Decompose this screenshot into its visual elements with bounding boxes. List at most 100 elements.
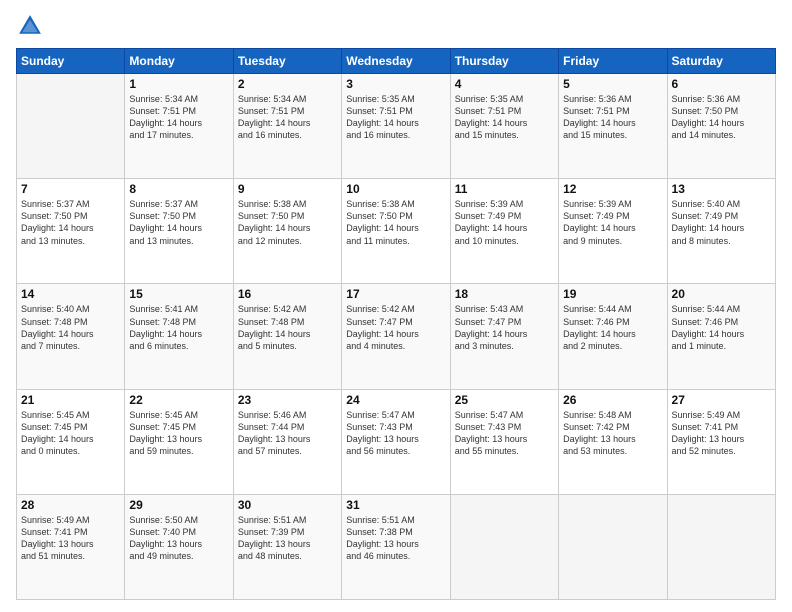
weekday-header-sunday: Sunday: [17, 49, 125, 74]
day-info: Sunrise: 5:45 AM Sunset: 7:45 PM Dayligh…: [129, 409, 228, 458]
calendar-cell: 17 Sunrise: 5:42 AM Sunset: 7:47 PM Dayli…: [342, 284, 450, 389]
calendar-cell: [559, 494, 667, 599]
calendar-cell: 25 Sunrise: 5:47 AM Sunset: 7:43 PM Dayli…: [450, 389, 558, 494]
calendar-cell: 21Sunrise: 5:45 AM Sunset: 7:45 PM Dayli…: [17, 389, 125, 494]
day-info: Sunrise: 5:36 AM Sunset: 7:51 PM Dayligh…: [563, 93, 662, 142]
day-number: 3: [346, 77, 445, 91]
calendar-cell: 7Sunrise: 5:37 AM Sunset: 7:50 PM Daylig…: [17, 179, 125, 284]
day-info: Sunrise: 5:50 AM Sunset: 7:40 PM Dayligh…: [129, 514, 228, 563]
day-number: 17: [346, 287, 445, 301]
day-number: 20: [672, 287, 771, 301]
calendar-cell: 22 Sunrise: 5:45 AM Sunset: 7:45 PM Dayli…: [125, 389, 233, 494]
day-number: 11: [455, 182, 554, 196]
header: [16, 12, 776, 40]
logo-icon: [16, 12, 44, 40]
calendar-cell: 3 Sunrise: 5:35 AM Sunset: 7:51 PM Daylig…: [342, 74, 450, 179]
day-info: Sunrise: 5:49 AM Sunset: 7:41 PM Dayligh…: [21, 514, 120, 563]
day-info: Sunrise: 5:49 AM Sunset: 7:41 PM Dayligh…: [672, 409, 771, 458]
day-info: Sunrise: 5:48 AM Sunset: 7:42 PM Dayligh…: [563, 409, 662, 458]
day-number: 21: [21, 393, 120, 407]
calendar-cell: 13 Sunrise: 5:40 AM Sunset: 7:49 PM Dayli…: [667, 179, 775, 284]
calendar-cell: 6Sunrise: 5:36 AM Sunset: 7:50 PM Daylig…: [667, 74, 775, 179]
week-row-4: 21 Sunrise: 5:45 AM Sunset: 7:45 PM Dayli…: [17, 389, 776, 494]
weekday-header-wednesday: Wednesday: [342, 49, 450, 74]
day-number: 14: [21, 287, 120, 301]
day-info: Sunrise: 5:46 AM Sunset: 7:44 PM Dayligh…: [238, 409, 337, 458]
calendar-cell: 8 Sunrise: 5:37 AM Sunset: 7:50 PM Daylig…: [125, 179, 233, 284]
week-row-5: 28 Sunrise: 5:49 AM Sunset: 7:41 PM Dayli…: [17, 494, 776, 599]
calendar-cell: 11 Sunrise: 5:39 AM Sunset: 7:49 PM Dayli…: [450, 179, 558, 284]
day-info: Sunrise: 5:40 AM Sunset: 7:48 PM Dayligh…: [21, 303, 120, 352]
day-info: Sunrise: 5:38 AM Sunset: 7:50 PM Dayligh…: [346, 198, 445, 247]
day-number: 22: [129, 393, 228, 407]
calendar-cell: 31 Sunrise: 5:51 AM Sunset: 7:38 PM Dayli…: [342, 494, 450, 599]
day-info: Sunrise: 5:39 AM Sunset: 7:49 PM Dayligh…: [563, 198, 662, 247]
day-info: Sunrise: 5:37 AM Sunset: 7:50 PM Dayligh…: [129, 198, 228, 247]
calendar-cell: 23Sunrise: 5:46 AM Sunset: 7:44 PM Dayli…: [233, 389, 341, 494]
week-row-3: 14 Sunrise: 5:40 AM Sunset: 7:48 PM Dayli…: [17, 284, 776, 389]
day-number: 1: [129, 77, 228, 91]
calendar-cell: 18 Sunrise: 5:43 AM Sunset: 7:47 PM Dayli…: [450, 284, 558, 389]
weekday-header-row: SundayMondayTuesdayWednesdayThursdayFrid…: [17, 49, 776, 74]
day-info: Sunrise: 5:40 AM Sunset: 7:49 PM Dayligh…: [672, 198, 771, 247]
day-number: 19: [563, 287, 662, 301]
day-number: 29: [129, 498, 228, 512]
day-number: 24: [346, 393, 445, 407]
day-number: 26: [563, 393, 662, 407]
calendar-cell: 28 Sunrise: 5:49 AM Sunset: 7:41 PM Dayli…: [17, 494, 125, 599]
day-info: Sunrise: 5:39 AM Sunset: 7:49 PM Dayligh…: [455, 198, 554, 247]
calendar-cell: 5Sunrise: 5:36 AM Sunset: 7:51 PM Daylig…: [559, 74, 667, 179]
day-number: 16: [238, 287, 337, 301]
day-number: 4: [455, 77, 554, 91]
weekday-header-monday: Monday: [125, 49, 233, 74]
day-number: 25: [455, 393, 554, 407]
day-number: 10: [346, 182, 445, 196]
calendar-cell: 24 Sunrise: 5:47 AM Sunset: 7:43 PM Dayli…: [342, 389, 450, 494]
day-info: Sunrise: 5:43 AM Sunset: 7:47 PM Dayligh…: [455, 303, 554, 352]
weekday-header-thursday: Thursday: [450, 49, 558, 74]
calendar-cell: 27Sunrise: 5:49 AM Sunset: 7:41 PM Dayli…: [667, 389, 775, 494]
calendar-cell: [667, 494, 775, 599]
calendar-cell: 14 Sunrise: 5:40 AM Sunset: 7:48 PM Dayli…: [17, 284, 125, 389]
calendar-cell: 15 Sunrise: 5:41 AM Sunset: 7:48 PM Dayli…: [125, 284, 233, 389]
day-info: Sunrise: 5:35 AM Sunset: 7:51 PM Dayligh…: [346, 93, 445, 142]
day-info: Sunrise: 5:41 AM Sunset: 7:48 PM Dayligh…: [129, 303, 228, 352]
day-info: Sunrise: 5:42 AM Sunset: 7:48 PM Dayligh…: [238, 303, 337, 352]
day-number: 2: [238, 77, 337, 91]
calendar-cell: 4Sunrise: 5:35 AM Sunset: 7:51 PM Daylig…: [450, 74, 558, 179]
day-number: 31: [346, 498, 445, 512]
calendar-cell: 20 Sunrise: 5:44 AM Sunset: 7:46 PM Dayli…: [667, 284, 775, 389]
day-info: Sunrise: 5:34 AM Sunset: 7:51 PM Dayligh…: [238, 93, 337, 142]
day-number: 18: [455, 287, 554, 301]
day-info: Sunrise: 5:38 AM Sunset: 7:50 PM Dayligh…: [238, 198, 337, 247]
week-row-2: 7 Sunrise: 5:37 AM Sunset: 7:50 PM Daylig…: [17, 179, 776, 284]
day-info: Sunrise: 5:44 AM Sunset: 7:46 PM Dayligh…: [563, 303, 662, 352]
week-row-1: 1 Sunrise: 5:34 AM Sunset: 7:51 PM Daylig…: [17, 74, 776, 179]
calendar-cell: 29 Sunrise: 5:50 AM Sunset: 7:40 PM Dayli…: [125, 494, 233, 599]
page: SundayMondayTuesdayWednesdayThursdayFrid…: [0, 0, 792, 612]
day-info: Sunrise: 5:47 AM Sunset: 7:43 PM Dayligh…: [455, 409, 554, 458]
calendar-cell: 16 Sunrise: 5:42 AM Sunset: 7:48 PM Dayli…: [233, 284, 341, 389]
day-info: Sunrise: 5:34 AM Sunset: 7:51 PM Dayligh…: [129, 93, 228, 142]
calendar-cell: 26 Sunrise: 5:48 AM Sunset: 7:42 PM Dayli…: [559, 389, 667, 494]
logo: [16, 12, 46, 40]
day-number: 13: [672, 182, 771, 196]
calendar-cell: 1 Sunrise: 5:34 AM Sunset: 7:51 PM Daylig…: [125, 74, 233, 179]
day-info: Sunrise: 5:44 AM Sunset: 7:46 PM Dayligh…: [672, 303, 771, 352]
day-number: 8: [129, 182, 228, 196]
weekday-header-friday: Friday: [559, 49, 667, 74]
calendar-cell: 2 Sunrise: 5:34 AM Sunset: 7:51 PM Daylig…: [233, 74, 341, 179]
day-info: Sunrise: 5:51 AM Sunset: 7:38 PM Dayligh…: [346, 514, 445, 563]
day-number: 15: [129, 287, 228, 301]
calendar-cell: [450, 494, 558, 599]
day-info: Sunrise: 5:47 AM Sunset: 7:43 PM Dayligh…: [346, 409, 445, 458]
day-number: 7: [21, 182, 120, 196]
day-number: 30: [238, 498, 337, 512]
calendar-table: SundayMondayTuesdayWednesdayThursdayFrid…: [16, 48, 776, 600]
day-info: Sunrise: 5:42 AM Sunset: 7:47 PM Dayligh…: [346, 303, 445, 352]
day-info: Sunrise: 5:51 AM Sunset: 7:39 PM Dayligh…: [238, 514, 337, 563]
calendar-cell: 30 Sunrise: 5:51 AM Sunset: 7:39 PM Dayli…: [233, 494, 341, 599]
day-number: 12: [563, 182, 662, 196]
calendar-cell: 19 Sunrise: 5:44 AM Sunset: 7:46 PM Dayli…: [559, 284, 667, 389]
day-number: 28: [21, 498, 120, 512]
